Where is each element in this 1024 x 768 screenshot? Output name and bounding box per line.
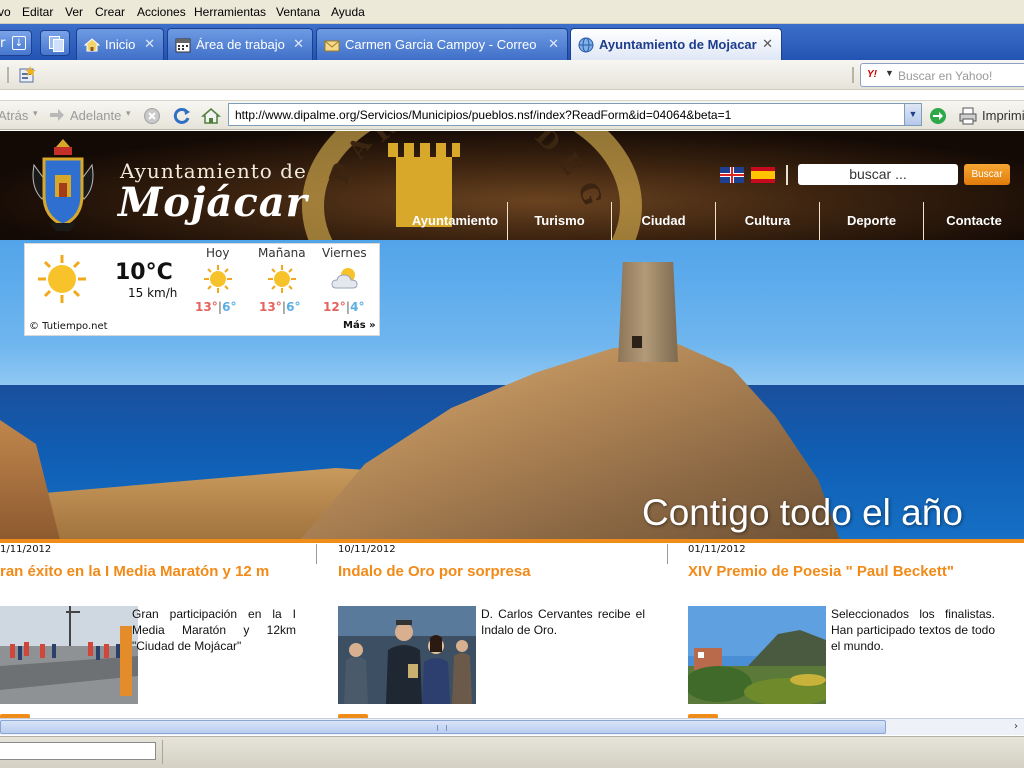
printer-icon bbox=[959, 107, 977, 125]
status-field bbox=[0, 742, 156, 760]
news-title-link[interactable]: ran éxito en la I Media Maratón y 12 m bbox=[0, 562, 300, 581]
close-icon[interactable]: ✕ bbox=[762, 36, 773, 52]
news-title-link[interactable]: Indalo de Oro por sorpresa bbox=[338, 562, 638, 581]
forward-arrow-icon bbox=[50, 109, 64, 121]
nav-item-ciudad[interactable]: Ciudad bbox=[611, 202, 715, 240]
menu-item-window[interactable]: Ventana bbox=[276, 5, 320, 19]
yahoo-icon: Y! bbox=[867, 69, 877, 80]
chevron-down-icon[interactable]: ▾ bbox=[33, 108, 38, 119]
news-image[interactable] bbox=[0, 606, 138, 704]
accent-divider bbox=[0, 539, 1024, 543]
menu-item-actions[interactable]: Acciones bbox=[137, 5, 186, 19]
forecast-day: Hoy bbox=[206, 246, 230, 260]
spanish-flag-icon[interactable] bbox=[751, 167, 775, 183]
close-icon[interactable]: ✕ bbox=[548, 36, 559, 52]
tab-inicio[interactable]: Inicio ✕ bbox=[76, 28, 164, 60]
english-flag-icon[interactable] bbox=[720, 167, 744, 183]
menu-item-tools[interactable]: Herramientas bbox=[194, 5, 266, 19]
tab-list-button[interactable]: r ↓ bbox=[0, 30, 32, 56]
forecast-temps: 13°|6° bbox=[259, 300, 301, 314]
news-title-link[interactable]: XIV Premio de Poesia " Paul Beckett" bbox=[688, 562, 988, 581]
stop-icon[interactable] bbox=[143, 107, 161, 125]
news-date: 10/11/2012 bbox=[338, 544, 396, 555]
mail-icon bbox=[324, 40, 340, 52]
nav-item-contacte[interactable]: Contacte bbox=[923, 202, 1024, 240]
forecast-day: Mañana bbox=[258, 246, 306, 260]
tab-ayuntamiento-active[interactable]: Ayuntamiento de Mojacar ✕ bbox=[570, 28, 782, 60]
chevron-right-icon[interactable]: › bbox=[1008, 720, 1024, 734]
sun-icon bbox=[204, 265, 232, 293]
news-image[interactable] bbox=[688, 606, 826, 704]
yahoo-search-input[interactable]: Y! ▼ Buscar en Yahoo! bbox=[860, 63, 1024, 87]
news-image[interactable] bbox=[338, 606, 476, 704]
news-item: 01/11/2012 XIV Premio de Poesia " Paul B… bbox=[688, 544, 998, 720]
news-summary: Seleccionados los finalistas. Han partic… bbox=[831, 607, 995, 653]
coat-of-arms-logo bbox=[32, 139, 94, 231]
scrollbar-thumb[interactable] bbox=[0, 720, 886, 734]
horizontal-scrollbar[interactable]: › bbox=[0, 718, 1024, 735]
menu-item-file[interactable]: vo bbox=[0, 5, 11, 19]
sun-icon bbox=[38, 255, 86, 303]
news-date: 1/11/2012 bbox=[0, 544, 52, 555]
current-temperature: 10°C bbox=[115, 260, 173, 285]
news-item: 1/11/2012 ran éxito en la I Media Marató… bbox=[0, 544, 310, 720]
menu-item-create[interactable]: Crear bbox=[95, 5, 125, 19]
forecast-temps: 12°|4° bbox=[323, 300, 365, 314]
tab-area-de-trabajo[interactable]: Área de trabajo ✕ bbox=[167, 28, 313, 60]
arrow-down-icon: ↓ bbox=[12, 36, 26, 50]
nav-item-deporte[interactable]: Deporte bbox=[819, 202, 923, 240]
refresh-icon[interactable] bbox=[172, 106, 192, 126]
weather-more-link[interactable]: Más » bbox=[343, 320, 376, 331]
print-button[interactable]: Imprimir bbox=[982, 108, 1024, 123]
site-search-button[interactable]: Buscar bbox=[964, 164, 1010, 185]
close-icon[interactable]: ✕ bbox=[144, 36, 155, 52]
forward-button[interactable]: Adelante bbox=[70, 108, 121, 123]
tab-correo[interactable]: Carmen Garcia Campoy - Correo ✕ bbox=[316, 28, 568, 60]
weather-widget: 10°C 15 km/h Hoy 13°|6° Mañana 13°|6° Vi… bbox=[24, 243, 380, 336]
status-bar bbox=[0, 736, 1024, 768]
hero-caption: Contigo todo el año bbox=[642, 492, 963, 533]
forecast-temps: 13°|6° bbox=[195, 300, 237, 314]
site-search-input[interactable]: buscar ... bbox=[798, 164, 958, 185]
duplicate-tab-button[interactable] bbox=[40, 30, 70, 56]
forecast-day: Viernes bbox=[322, 246, 367, 260]
chevron-down-icon[interactable]: ▼ bbox=[904, 104, 921, 125]
close-icon[interactable]: ✕ bbox=[293, 36, 304, 52]
nav-item-cultura[interactable]: Cultura bbox=[715, 202, 819, 240]
nav-item-turismo[interactable]: Turismo bbox=[507, 202, 611, 240]
news-date: 01/11/2012 bbox=[688, 544, 746, 555]
menu-item-view[interactable]: Ver bbox=[65, 5, 83, 19]
wind-speed: 15 km/h bbox=[128, 286, 178, 300]
tab-bar: r ↓ Inicio ✕ Área de trabajo ✕ Carmen Ga… bbox=[0, 24, 1024, 60]
chevron-down-icon[interactable]: ▾ bbox=[126, 108, 131, 119]
weather-credit-link[interactable]: © Tutiempo.net bbox=[29, 321, 108, 332]
cloud-sun-icon bbox=[331, 268, 358, 289]
news-summary: D. Carlos Cervantes recibe el Indalo de … bbox=[481, 607, 645, 637]
watchtower bbox=[618, 262, 678, 362]
site-title-line2: Mojácar bbox=[118, 179, 308, 226]
news-summary: Gran participación en la I Media Maratón… bbox=[132, 607, 296, 653]
menu-bar: vo Editar Ver Crear Acciones Herramienta… bbox=[0, 0, 1024, 24]
nav-item-ayuntamiento[interactable]: Ayuntamiento bbox=[403, 202, 507, 240]
globe-icon bbox=[578, 37, 594, 53]
site-header: P A R D E G Ayuntamiento de Mojácar busc… bbox=[0, 131, 1024, 240]
home-icon[interactable] bbox=[201, 106, 221, 126]
menu-item-edit[interactable]: Editar bbox=[22, 5, 53, 19]
chevron-down-icon[interactable]: ▼ bbox=[885, 68, 894, 78]
menu-item-help[interactable]: Ayuda bbox=[331, 5, 365, 19]
calendar-icon bbox=[175, 38, 191, 53]
bookmark-add-icon[interactable] bbox=[18, 66, 36, 84]
back-button[interactable]: Atrás bbox=[0, 108, 28, 123]
news-item: 10/11/2012 Indalo de Oro por sorpresa D.… bbox=[338, 544, 648, 720]
go-arrow-icon[interactable] bbox=[928, 106, 948, 126]
sun-icon bbox=[268, 265, 296, 293]
home-icon bbox=[84, 38, 100, 52]
url-input[interactable]: http://www.dipalme.org/Servicios/Municip… bbox=[228, 103, 922, 126]
